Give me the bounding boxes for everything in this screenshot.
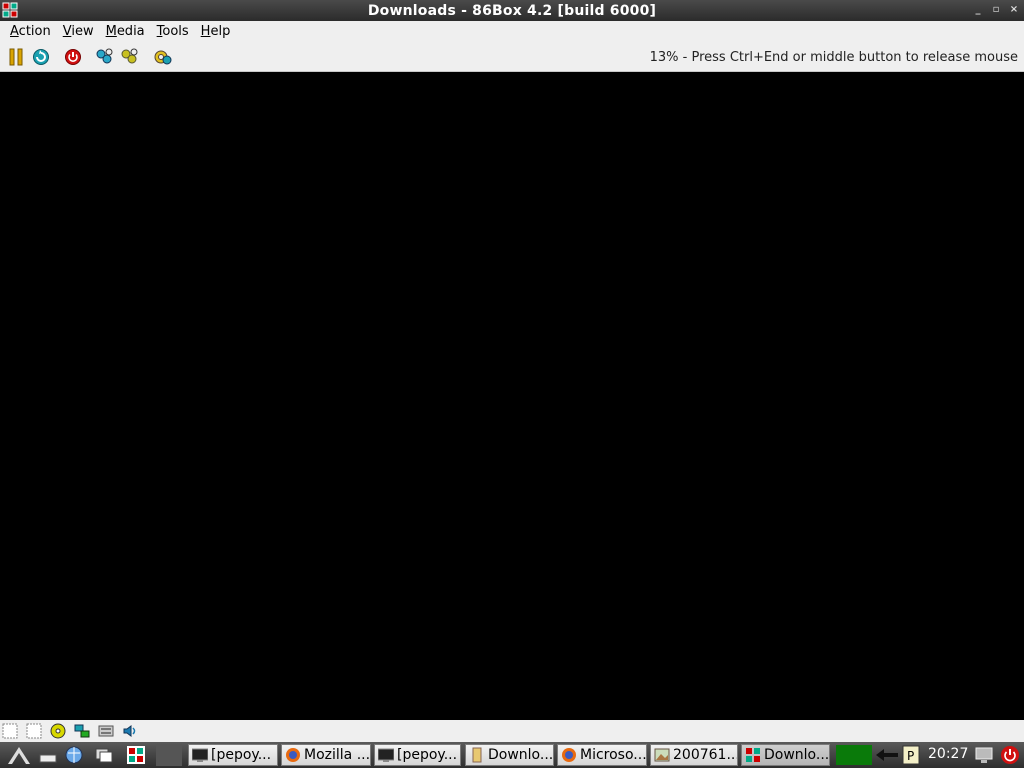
task-86box-downloads[interactable]: Downlo... [741, 744, 830, 766]
restore-icon[interactable]: ▫ [990, 3, 1002, 17]
display-icon[interactable] [974, 745, 994, 765]
emulator-screen[interactable] [0, 73, 1024, 720]
floppy-a-icon[interactable] [2, 723, 18, 739]
start-menu-icon[interactable] [6, 745, 32, 765]
ctrl-alt-del-icon[interactable] [95, 47, 115, 67]
logout-icon[interactable] [1000, 745, 1020, 765]
sound-icon[interactable] [122, 723, 138, 739]
task-terminal-2[interactable]: [pepoy... [374, 744, 461, 766]
task-label: Downlo... [764, 747, 830, 763]
task-downloads-folder[interactable]: Downlo... [465, 744, 554, 766]
svg-text:P: P [907, 749, 914, 763]
reset-icon[interactable] [31, 47, 51, 67]
taskbar-spacer [156, 744, 182, 766]
task-label: Microso... [580, 747, 647, 763]
settings-icon[interactable] [153, 47, 173, 67]
firefox-icon [562, 748, 576, 762]
terminal-icon [378, 748, 394, 762]
keyboard-icon[interactable] [98, 723, 114, 739]
86box-icon[interactable] [126, 745, 146, 765]
task-image[interactable]: 200761... [650, 744, 738, 766]
task-label: [pepoy... [211, 747, 272, 763]
mouse-capture-status: 13% - Press Ctrl+End or middle button to… [649, 50, 1018, 65]
task-mozilla[interactable]: Mozilla ... [281, 744, 371, 766]
network-icon[interactable] [74, 723, 90, 739]
menu-view[interactable]: View [57, 24, 100, 39]
menu-tools[interactable]: Tools [151, 24, 195, 39]
toolbar: 13% - Press Ctrl+End or middle button to… [0, 42, 1024, 72]
close-icon[interactable]: × [1008, 3, 1020, 17]
cdrom-icon[interactable] [50, 723, 66, 739]
folder-icon [472, 747, 482, 763]
ctrl-alt-esc-icon[interactable] [120, 47, 140, 67]
window-list-icon[interactable] [94, 745, 114, 765]
task-label: 200761... [673, 747, 738, 763]
task-label: [pepoy... [397, 747, 458, 763]
task-label: Downlo... [488, 747, 554, 763]
power-off-icon[interactable] [63, 47, 83, 67]
86box-icon [746, 748, 760, 762]
clock[interactable]: 20:27 [928, 746, 968, 762]
image-viewer-icon [654, 748, 670, 762]
network-tray-icon[interactable] [874, 747, 900, 763]
cpu-monitor-icon[interactable] [836, 745, 872, 765]
task-microsoft[interactable]: Microso... [557, 744, 647, 766]
status-bar [0, 720, 1024, 742]
task-label: Mozilla ... [304, 747, 371, 763]
pause-icon[interactable] [6, 47, 26, 67]
minimize-icon[interactable]: _ [972, 3, 984, 17]
browser-icon[interactable] [64, 745, 84, 765]
menu-bar: Action View Media Tools Help [0, 21, 1024, 42]
menu-action[interactable]: Action [4, 24, 57, 39]
terminal-icon [192, 748, 208, 762]
show-desktop-icon[interactable] [38, 745, 58, 765]
86box-app-icon[interactable] [2, 2, 18, 18]
firefox-icon [286, 748, 300, 762]
clipboard-icon[interactable]: P [902, 745, 920, 765]
floppy-b-icon[interactable] [26, 723, 42, 739]
menu-help[interactable]: Help [195, 24, 237, 39]
window-title: Downloads - 86Box 4.2 [build 6000] [367, 2, 657, 19]
desktop-taskbar: [pepoy... Mozilla ... [pepoy... Downlo..… [0, 742, 1024, 768]
menu-media[interactable]: Media [100, 24, 151, 39]
task-terminal-1[interactable]: [pepoy... [188, 744, 278, 766]
window-titlebar[interactable]: Downloads - 86Box 4.2 [build 6000] _ ▫ × [0, 0, 1024, 21]
